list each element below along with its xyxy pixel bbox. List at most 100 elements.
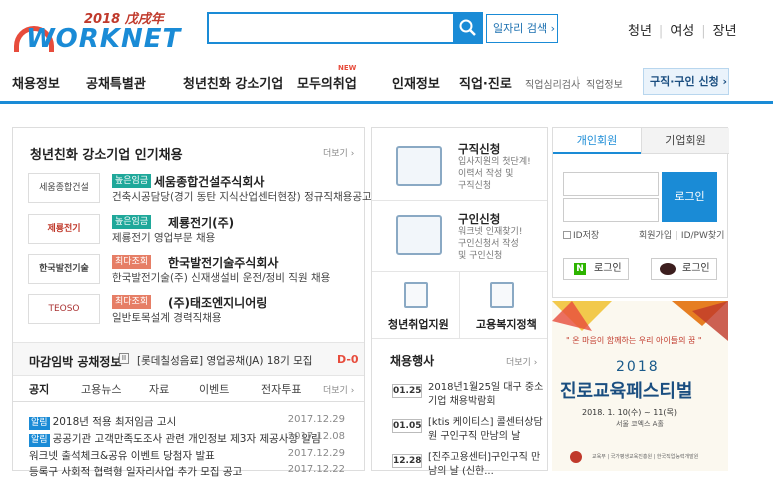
apply-button[interactable]: 구직·구인 신청 › (643, 68, 729, 95)
alert-tag: 알림 (29, 417, 50, 430)
notice-item[interactable]: 알림 공공기관 고객만족도조사 관련 개인정보 제3자 제공사항 알림 2017.… (29, 431, 359, 447)
pause-icon[interactable]: II (119, 353, 129, 364)
company-item[interactable]: 한국발전기술 최다조회 한국발전기술주식회사 한국발전기술(주) 신재생설비 운… (28, 254, 363, 288)
youth-support-icon (404, 282, 428, 308)
notice-text[interactable]: 워크넷 출석체크&공유 이벤트 당첨자 발표 (29, 450, 215, 462)
link-senior[interactable]: 장년 (713, 24, 737, 39)
more-link[interactable]: 더보기 › (323, 383, 354, 396)
notice-date: 2017.12.29 (287, 448, 345, 459)
nav-divider (0, 101, 773, 104)
company-desc[interactable]: 한국발전기술(주) 신재생설비 운전/정비 직원 채용 (112, 270, 330, 285)
tab-news[interactable]: 고용뉴스 (81, 381, 121, 397)
company-desc[interactable]: 건축시공담당(경기 동탄 지식산업센터현장) 정규직채용공고 (112, 189, 372, 204)
naver-icon: N (574, 263, 586, 275)
company-badge: 최다조회 (112, 295, 152, 309)
id-input[interactable] (563, 172, 659, 196)
event-date: 12.28 (392, 454, 422, 468)
link-women[interactable]: 여성 (670, 24, 694, 39)
kakao-icon (660, 263, 676, 275)
notice-text[interactable]: 등록구 사회적 협력형 일자리사업 추가 모집 공고 (29, 466, 242, 478)
notice-item[interactable]: 알림 2018년 적용 최저임금 고시 2017.12.29 (29, 414, 359, 430)
naver-login-button[interactable]: N 로그인 (563, 258, 629, 280)
find-id-link[interactable]: ID/PW찾기 (681, 231, 725, 241)
service-desc: 구직신청 (458, 181, 492, 191)
service-desc: 구인신청서 작성 (458, 239, 519, 249)
company-item[interactable]: TEOSO 최다조회 (주)태조엔지니어링 일반토목설계 경력직채용 (28, 294, 363, 328)
nav-talent-info[interactable]: 인재정보 (392, 73, 440, 92)
service-title[interactable]: 구직신청 (458, 141, 500, 157)
more-link[interactable]: 더보기 › (323, 146, 354, 159)
nav-job-info[interactable]: 채용정보 (12, 73, 60, 92)
notice-item[interactable]: 워크넷 출석체크&공유 이벤트 당첨자 발표 2017.12.29 (29, 448, 359, 464)
dday-label: D-0 (337, 353, 359, 366)
nav-youth-company[interactable]: 청년친화 강소기업 (183, 73, 283, 92)
join-link[interactable]: 회원가입 (639, 231, 672, 241)
nav-job-dict[interactable]: 직업정보 (586, 76, 623, 91)
event-date: 01.05 (392, 419, 422, 433)
banner-subtitle: " 온 마음이 함께하는 우리 아이들의 꿈 " (566, 336, 702, 345)
service-title[interactable]: 구인신청 (458, 211, 500, 227)
deadline-text[interactable]: [롯데칠성음료] 영업공채(JA) 18기 모집 (137, 353, 312, 368)
job-search-button[interactable]: 일자리 검색 › (486, 14, 558, 43)
company-badge: 최다조회 (112, 255, 152, 269)
event-text[interactable]: 2018년1월25일 대구 중소기업 채용박람회 (428, 381, 544, 409)
kakao-login-button[interactable]: 로그인 (651, 258, 717, 280)
banner-date: 2018. 1. 10(수) ~ 11(목) (582, 408, 677, 417)
events-title: 채용행사 (390, 354, 435, 368)
link-youth[interactable]: 청년 (628, 24, 652, 39)
company-item[interactable]: 제룡전기 높은임금 제룡전기(주) 제룡전기 영업부문 채용 (28, 214, 363, 248)
tab-data[interactable]: 자료 (149, 381, 169, 397)
save-id-checkbox[interactable]: ID저장 (563, 228, 599, 241)
login-button[interactable]: 로그인 (662, 172, 717, 222)
deadline-title: 마감임박 공채정보 (29, 355, 122, 369)
tab-personal-member[interactable]: 개인회원 (553, 128, 641, 154)
notice-item[interactable]: 등록구 사회적 협력형 일자리사업 추가 모집 공고 2017.12.22 (29, 464, 359, 480)
event-text[interactable]: [진주고용센터]구인구직 만남의 날 (신한... (428, 451, 544, 479)
deadline-bar: 마감임박 공채정보 II [롯데칠성음료] 영업공채(JA) 18기 모집 D-… (13, 342, 364, 376)
nav-psych-test[interactable]: 직업심리검사 (525, 76, 580, 91)
company-name[interactable]: 제룡전기(주) (168, 214, 234, 231)
tab-notice[interactable]: 공지 (29, 381, 49, 397)
more-link[interactable]: 더보기 › (506, 355, 537, 368)
notice-date: 2017.12.22 (287, 464, 345, 475)
company-desc[interactable]: 제룡전기 영업부문 채용 (112, 230, 215, 245)
nav-everyone-job[interactable]: 모두의취업 (297, 73, 357, 92)
service-desc: 워크넷 인재찾기! (458, 227, 523, 237)
search-button[interactable] (453, 12, 483, 44)
company-logo: 한국발전기술 (28, 254, 100, 284)
company-badge: 높은임금 (112, 215, 152, 229)
notice-date: 2017.12.08 (287, 431, 345, 442)
notice-text[interactable]: 공공기관 고객만족도조사 관련 개인정보 제3자 제공사항 알림 (53, 433, 321, 445)
hire-service[interactable]: 구인신청 워크넷 인재찾기! 구인신청서 작성 및 구인신청 (372, 201, 547, 271)
company-badge: 높은임금 (112, 174, 152, 188)
festival-banner[interactable]: " 온 마음이 함께하는 우리 아이들의 꿈 " 2018 진로교육페스티벌 2… (552, 301, 728, 471)
logo-text: WORKNET (26, 24, 182, 54)
banner-year: 2018 (616, 359, 660, 375)
event-text[interactable]: [ktis 케이티스] 콜센터상담원 구인구직 만남의 날 (428, 416, 544, 444)
company-name[interactable]: 세움종합건설주식회사 (154, 173, 264, 190)
notice-date: 2017.12.29 (287, 414, 345, 425)
service-desc: 입사지원의 첫단계! (458, 157, 531, 167)
search-input[interactable] (207, 12, 453, 44)
company-desc[interactable]: 일반토목설계 경력직채용 (112, 310, 222, 325)
company-name[interactable]: 한국발전기술주식회사 (168, 254, 278, 271)
tab-event[interactable]: 이벤트 (199, 381, 229, 397)
nav-career[interactable]: 직업·진로 (459, 73, 512, 92)
welfare-policy-link[interactable]: 고용복지정책 (476, 316, 537, 332)
password-input[interactable] (563, 198, 659, 222)
company-logo: TEOSO (28, 294, 100, 324)
tab-company-member[interactable]: 기업회원 (641, 128, 729, 154)
service-desc: 및 구인신청 (458, 251, 503, 261)
worknet-logo[interactable]: 2018 戊戌年 WORKNET (14, 6, 184, 54)
audience-links: 청년 | 여성 | 장년 (628, 24, 737, 39)
alert-tag: 알림 (29, 434, 50, 447)
notice-text[interactable]: 2018년 적용 최저임금 고시 (53, 416, 177, 428)
company-item[interactable]: 세움종합건설 높은임금 세움종합건설주식회사 건축시공담당(경기 동탄 지식산업… (28, 173, 372, 207)
nav-public-recruit[interactable]: 공채특별관 (86, 73, 146, 92)
login-panel: 개인회원 기업회원 로그인 ID저장 회원가입 | ID/PW찾기 N 로그인 … (552, 127, 729, 298)
youth-support-link[interactable]: 청년취업지원 (388, 316, 449, 332)
panel-title: 청년친화 강소기업 인기채용 (30, 148, 183, 163)
company-name[interactable]: (주)태조엔지니어링 (168, 294, 267, 311)
tab-evote[interactable]: 전자투표 (261, 381, 301, 397)
job-seek-service[interactable]: 구직신청 입사지원의 첫단계! 이력서 작성 및 구직신청 (372, 128, 547, 200)
